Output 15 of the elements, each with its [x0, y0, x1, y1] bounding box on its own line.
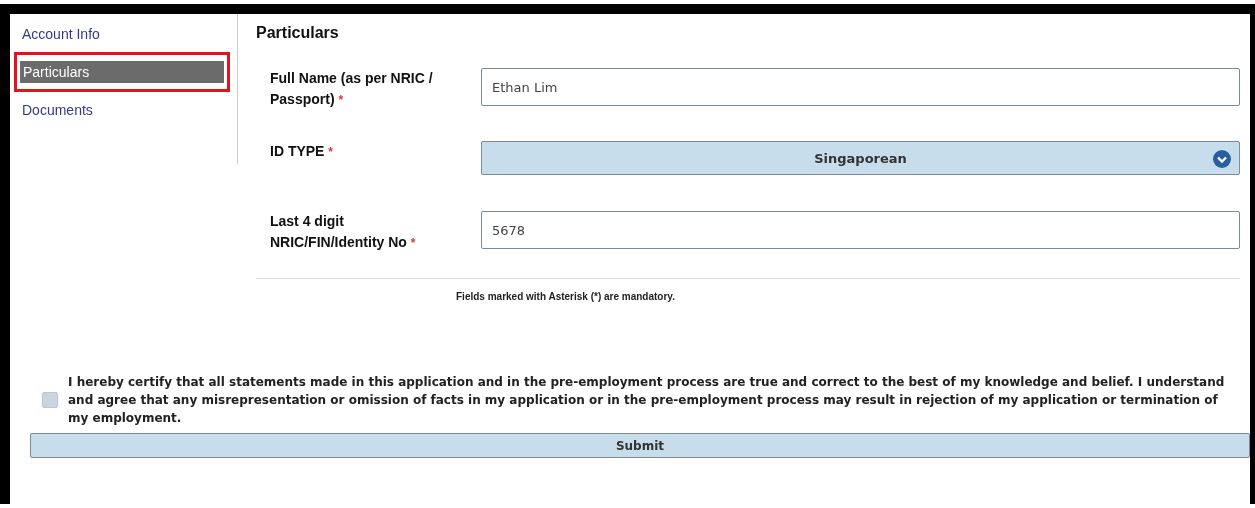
- input-field[interactable]: Ethan Lim: [481, 68, 1240, 106]
- input-field[interactable]: 5678: [481, 211, 1240, 249]
- sidebar-item[interactable]: Particulars: [20, 61, 224, 83]
- field-label: Last 4 digit NRIC/FIN/Identity No *: [270, 212, 417, 252]
- sidebar-item[interactable]: Documents: [10, 98, 93, 122]
- checkbox[interactable]: [42, 392, 58, 408]
- section-title: Particulars: [256, 24, 339, 42]
- sidebar-item[interactable]: Account Info: [10, 22, 100, 46]
- declaration-text: I hereby certify that all statements made in this application and in the pre-employment process are true and correct to the best of my knowledge and belief. I understand and agree that any misrepresentation or omission of facts in my application or in the pre-employment process may result in rejection of my application or termination of my employment.: [68, 374, 1226, 427]
- id-type-dropdown[interactable]: Singaporean: [481, 141, 1240, 175]
- field-label: Full Name (as per NRIC / Passport) *: [270, 69, 434, 109]
- submit-button[interactable]: Submit: [30, 433, 1250, 458]
- chevron-down-icon: [1213, 150, 1231, 168]
- field-label: ID TYPE *: [270, 142, 335, 161]
- mandatory-note: Fields marked with Asterisk (*) are mandatory.: [456, 291, 675, 302]
